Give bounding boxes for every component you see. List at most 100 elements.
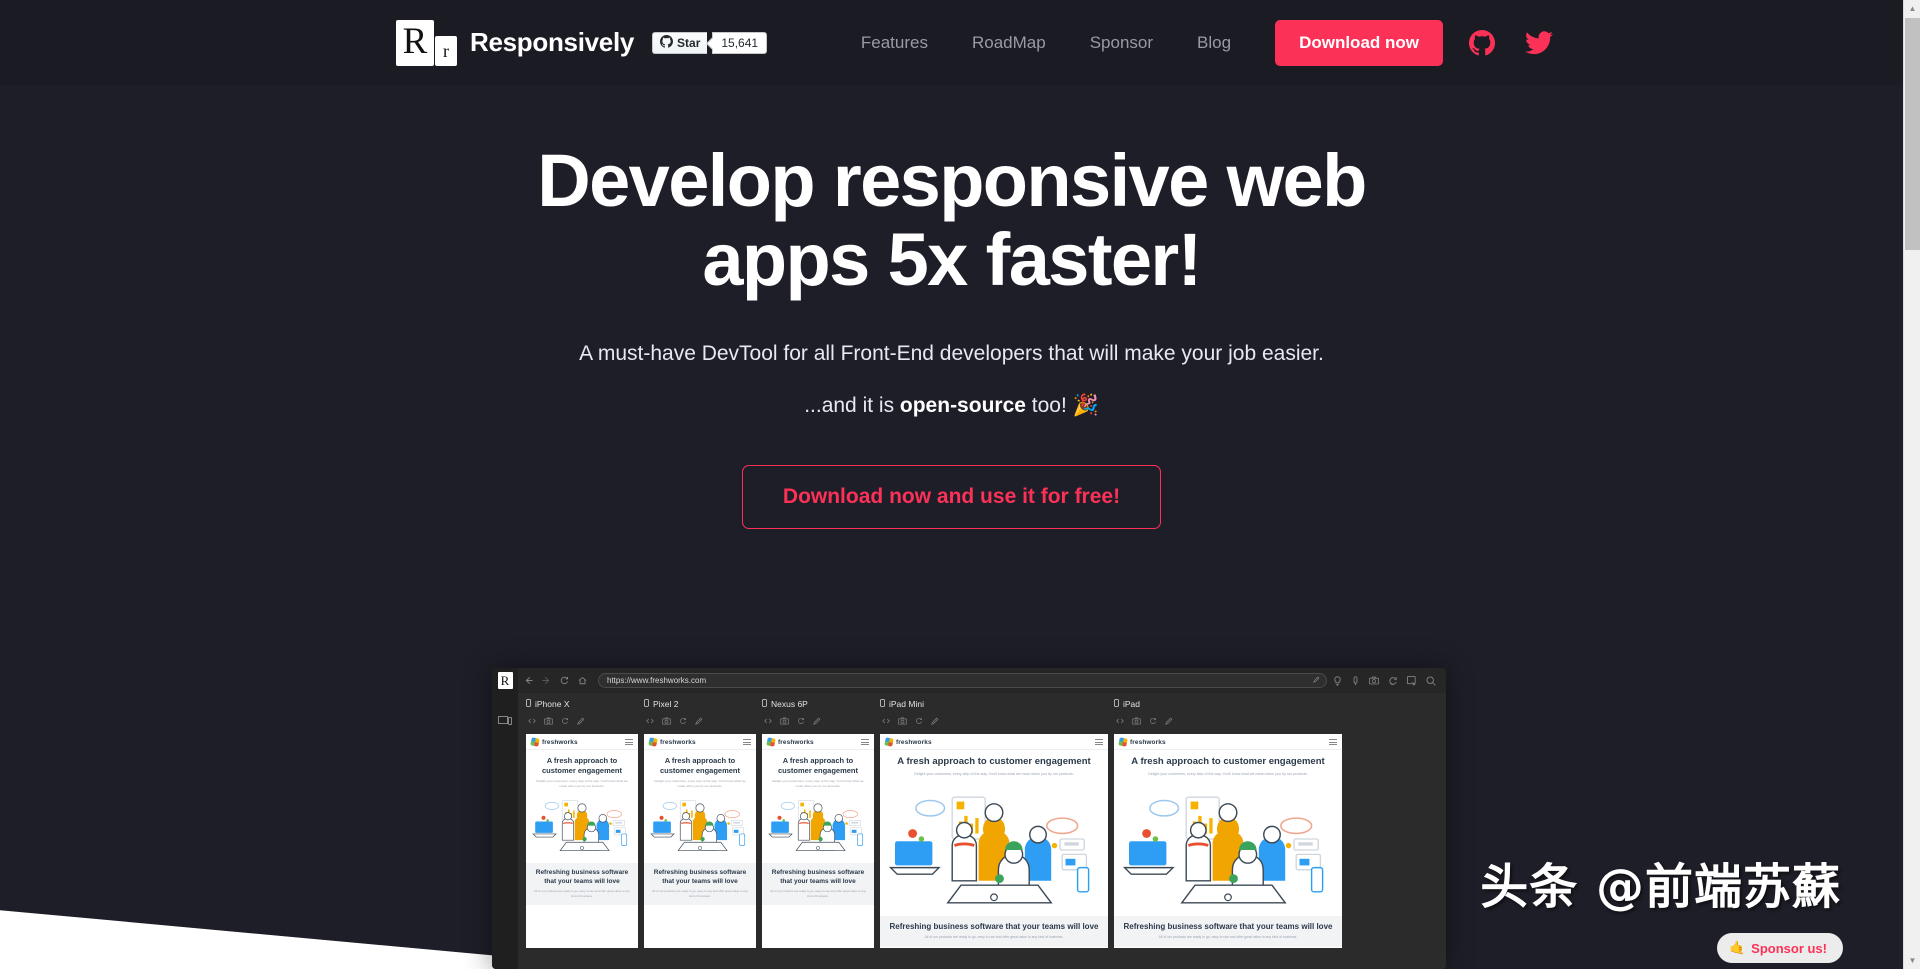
camera-icon[interactable] (662, 712, 671, 730)
home-icon[interactable] (578, 676, 587, 685)
page-scrollbar[interactable]: ▲ ▼ (1903, 0, 1920, 969)
github-star-badge[interactable]: Star 15,641 (652, 31, 768, 54)
device-toolbar (880, 712, 1108, 730)
opensource-suffix: too! (1025, 394, 1073, 418)
download-now-button[interactable]: Download now (1275, 19, 1443, 66)
freshworks-band: Refreshing business software that your t… (1114, 915, 1342, 948)
page-title: Develop responsive web apps 5x faster! (522, 141, 1382, 299)
device-label: iPad Mini (880, 699, 1108, 709)
arrow-left-icon[interactable] (524, 676, 533, 685)
freshworks-illustration (762, 788, 874, 859)
scroll-up-arrow[interactable]: ▲ (1904, 0, 1920, 17)
pencil-icon[interactable] (813, 712, 821, 730)
freshworks-brand-name: freshworks (778, 738, 814, 746)
device-viewport[interactable]: freshworks A fresh approach to customer … (526, 734, 638, 948)
pencil-icon[interactable] (695, 712, 703, 730)
camera-icon[interactable] (780, 712, 789, 730)
app-sidebar-logo: R (497, 672, 513, 689)
freshworks-page: freshworks A fresh approach to customer … (644, 734, 756, 948)
freshworks-logo-icon (1118, 737, 1128, 747)
freshworks-brand: freshworks (530, 737, 578, 747)
hamburger-menu-icon[interactable] (625, 739, 633, 745)
freshworks-band-paragraph: All of our products are ready to go, eas… (1158, 934, 1298, 939)
device-name: iPad (1123, 699, 1141, 709)
scroll-down-arrow[interactable]: ▼ (1904, 952, 1920, 969)
inspect-icon[interactable] (1351, 675, 1360, 686)
hamburger-menu-icon[interactable] (1329, 739, 1337, 745)
freshworks-illustration (644, 788, 756, 859)
download-free-cta-button[interactable]: Download now and use it for free! (741, 465, 1162, 530)
freshworks-paragraph: Delight your customers, every step of th… (914, 772, 1074, 777)
freshworks-illustration (1114, 778, 1342, 912)
camera-icon[interactable] (1369, 676, 1379, 685)
rotate-icon[interactable] (679, 712, 687, 730)
code-icon[interactable] (528, 712, 536, 730)
freshworks-heading: A fresh approach to customer engagement (541, 756, 623, 775)
hero-section: Develop responsive web apps 5x faster! A… (0, 85, 1903, 530)
nav-item-features[interactable]: Features (839, 33, 950, 53)
device-viewport[interactable]: freshworks A fresh approach to customer … (1114, 734, 1342, 948)
mobile-icon (644, 699, 649, 709)
freshworks-header: freshworks (762, 734, 874, 750)
url-input[interactable]: https://www.freshworks.com (598, 673, 1327, 688)
brand[interactable]: R r Responsively Star 15,641 (396, 19, 768, 66)
github-star-button[interactable]: Star (652, 31, 708, 54)
freshworks-brand: freshworks (1118, 737, 1166, 747)
sponsor-us-button[interactable]: 🤙 Sponsor us! (1716, 933, 1843, 963)
freshworks-paragraph: Delight your customers, every step of th… (1148, 772, 1308, 777)
device-preview-pixel-2[interactable]: Pixel 2 freshworks A fresh approach to c… (644, 699, 756, 969)
nav-item-sponsor[interactable]: Sponsor (1068, 33, 1175, 53)
freshworks-brand: freshworks (884, 737, 932, 747)
freshworks-heading: A fresh approach to customer engagement (897, 756, 1091, 767)
url-text: https://www.freshworks.com (607, 676, 707, 685)
github-link-icon[interactable] (1469, 29, 1495, 56)
hamburger-menu-icon[interactable] (1095, 739, 1103, 745)
camera-icon[interactable] (544, 712, 553, 730)
device-preview-ipad-mini[interactable]: iPad Mini freshworks A fresh approach to… (880, 699, 1108, 969)
nav-item-blog[interactable]: Blog (1175, 33, 1253, 53)
device-preview-nexus-6p[interactable]: Nexus 6P freshworks A fresh approach to … (762, 699, 874, 969)
camera-icon[interactable] (898, 712, 907, 730)
hamburger-menu-icon[interactable] (861, 739, 869, 745)
rotate-icon[interactable] (1388, 676, 1398, 686)
app-toolbar-actions (1333, 675, 1440, 686)
camera-icon[interactable] (1132, 712, 1141, 730)
arrow-right-icon[interactable] (542, 676, 551, 685)
device-viewport[interactable]: freshworks A fresh approach to customer … (644, 734, 756, 948)
code-icon[interactable] (764, 712, 772, 730)
freshworks-band: Refreshing business software that your t… (526, 863, 638, 906)
screenshot-icon[interactable] (1407, 675, 1417, 686)
code-icon[interactable] (646, 712, 654, 730)
devices-icon[interactable] (498, 713, 512, 731)
device-preview-ipad[interactable]: iPad freshworks A fresh approach to cust… (1114, 699, 1342, 969)
pencil-icon[interactable] (577, 712, 585, 730)
freshworks-brand: freshworks (648, 737, 696, 747)
hero-opensource-line: ...and it is open-source too! 🎉 (0, 394, 1903, 418)
code-icon[interactable] (1116, 712, 1124, 730)
device-name: Pixel 2 (653, 699, 679, 709)
nav-item-roadmap[interactable]: RoadMap (950, 33, 1068, 53)
app-browser-toolbar: https://www.freshworks.com (518, 668, 1446, 693)
rotate-icon[interactable] (797, 712, 805, 730)
rotate-icon[interactable] (915, 712, 923, 730)
twitter-link-icon[interactable] (1525, 30, 1553, 55)
rotate-icon[interactable] (561, 712, 569, 730)
hamburger-menu-icon[interactable] (743, 739, 751, 745)
scrollbar-thumb[interactable] (1905, 18, 1920, 250)
bulb-icon[interactable] (1333, 675, 1342, 686)
device-viewport[interactable]: freshworks A fresh approach to customer … (762, 734, 874, 948)
code-icon[interactable] (882, 712, 890, 730)
freshworks-band: Refreshing business software that your t… (762, 863, 874, 906)
freshworks-logo-icon (766, 737, 776, 747)
pencil-icon[interactable] (1165, 712, 1173, 730)
device-viewport[interactable]: freshworks A fresh approach to customer … (880, 734, 1108, 948)
freshworks-band-paragraph: All of our products are ready to go, eas… (770, 889, 866, 898)
zoom-icon[interactable] (1426, 675, 1436, 686)
device-toolbar (1114, 712, 1342, 730)
mobile-icon (526, 699, 531, 709)
reload-icon[interactable] (560, 676, 569, 685)
device-preview-iphone-x[interactable]: iPhone X freshworks A fresh approach to … (526, 699, 638, 969)
pencil-icon[interactable] (1313, 676, 1320, 685)
rotate-icon[interactable] (1149, 712, 1157, 730)
pencil-icon[interactable] (931, 712, 939, 730)
